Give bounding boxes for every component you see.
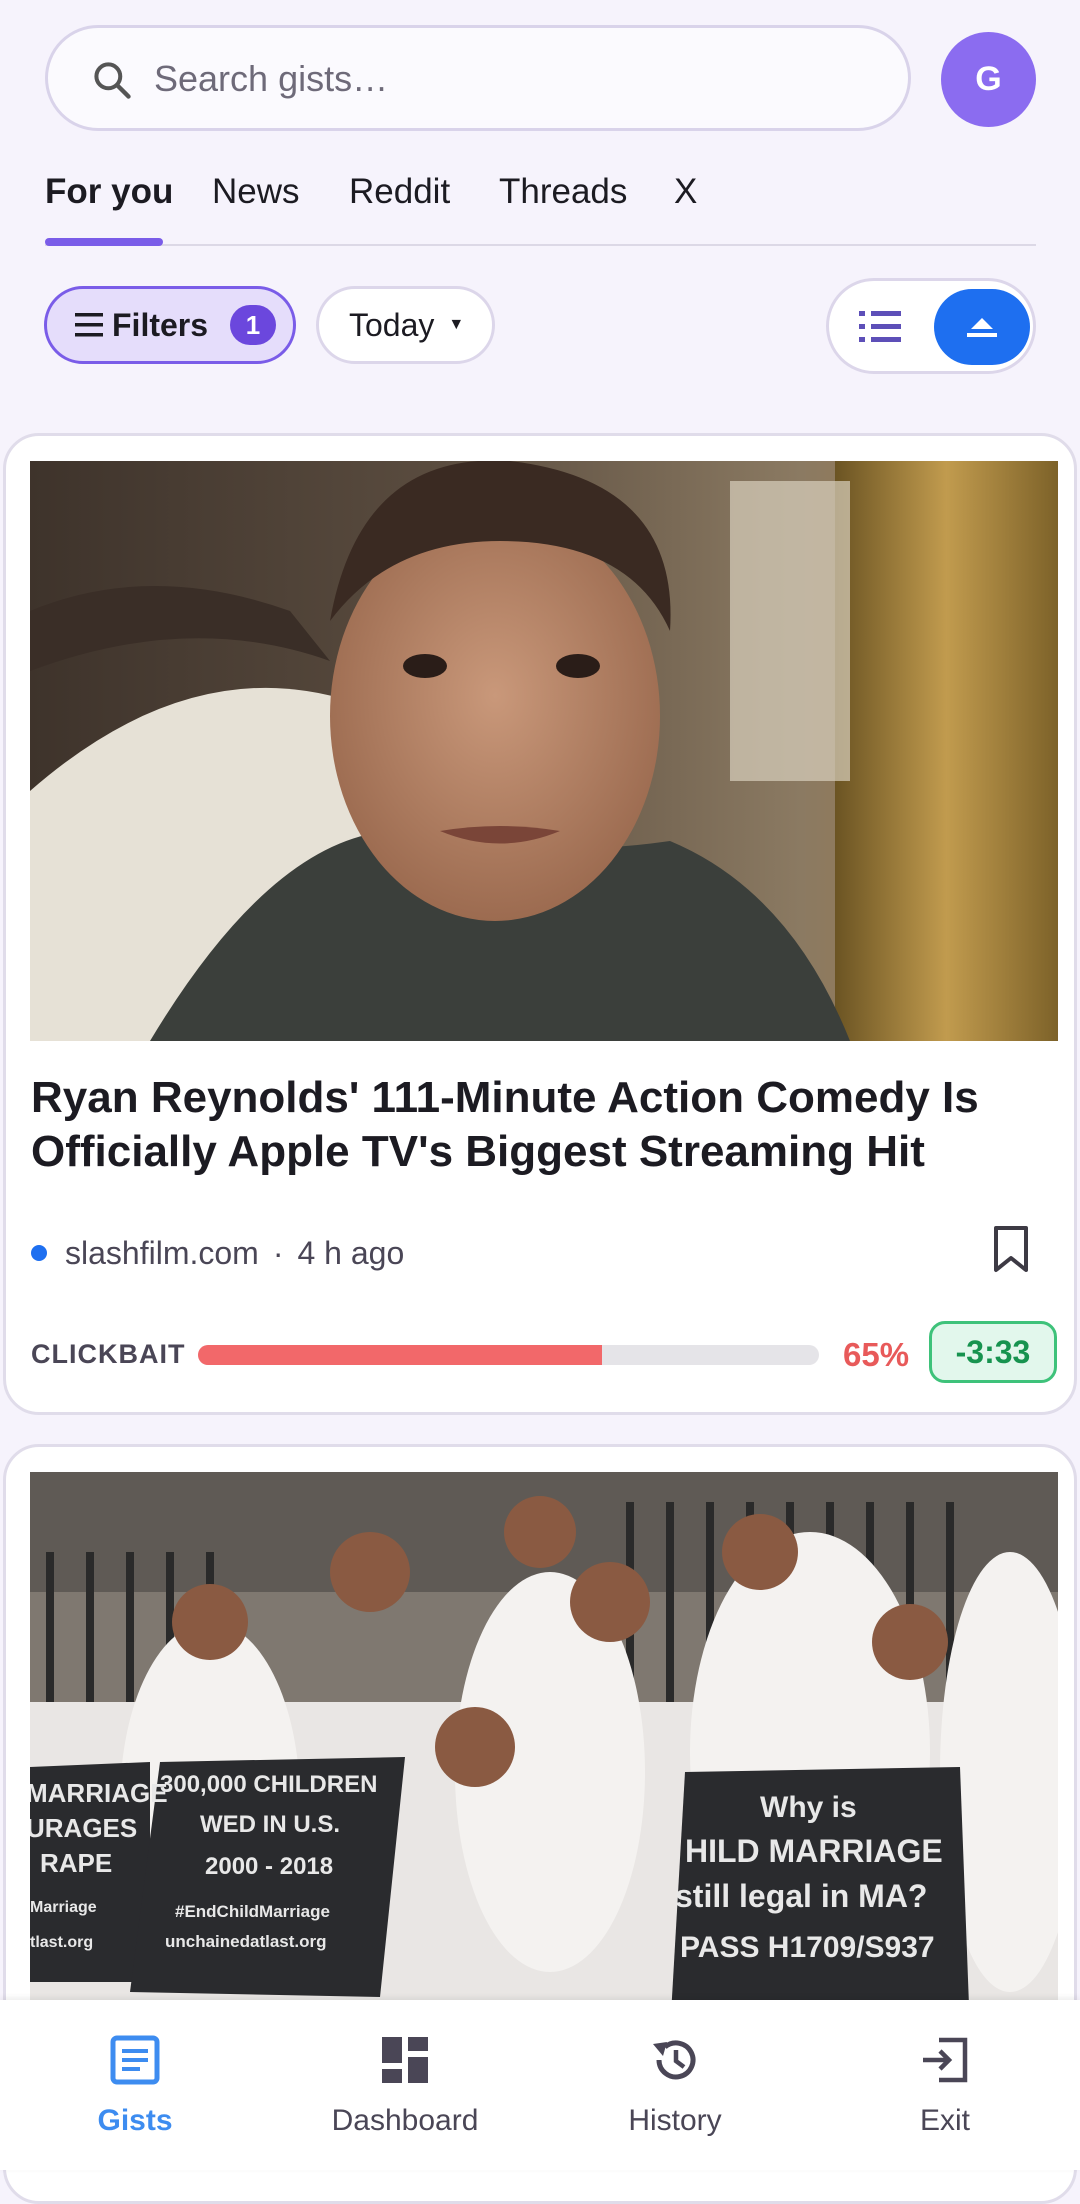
nav-dashboard[interactable]: Dashboard: [270, 2000, 540, 2170]
tab-reddit[interactable]: Reddit: [349, 172, 450, 212]
article-meta: slashfilm.com · 4 h ago: [31, 1228, 404, 1278]
svg-text:URAGES: URAGES: [30, 1813, 137, 1843]
svg-text:Why is: Why is: [760, 1791, 857, 1824]
nav-history[interactable]: History: [540, 2000, 810, 2170]
date-range-dropdown[interactable]: Today ▼: [316, 286, 495, 364]
tab-threads[interactable]: Threads: [499, 172, 627, 212]
svg-text:MARRIAGE: MARRIAGE: [30, 1778, 168, 1808]
avatar[interactable]: G: [941, 32, 1036, 127]
filter-count-badge: 1: [230, 305, 277, 345]
history-icon: [653, 2040, 696, 2080]
nav-label: Gists: [97, 2104, 173, 2137]
bookmark-icon[interactable]: [991, 1225, 1031, 1273]
date-range-value: Today: [349, 306, 435, 343]
list-view-icon[interactable]: [859, 307, 901, 347]
search-icon: [94, 62, 131, 99]
tab-x[interactable]: X: [674, 172, 697, 212]
view-toggle: [826, 278, 1036, 374]
meta-separator: ·: [272, 1234, 284, 1271]
svg-text:RAPE: RAPE: [40, 1848, 112, 1878]
svg-text:still legal in MA?: still legal in MA?: [675, 1878, 927, 1914]
filters-label: Filters: [112, 306, 209, 343]
tab-news[interactable]: News: [212, 172, 300, 212]
svg-text:2000 - 2018: 2000 - 2018: [205, 1853, 333, 1880]
filters-button[interactable]: Filters 1: [44, 286, 296, 364]
nav-gists[interactable]: Gists: [0, 2000, 270, 2170]
card-view-button[interactable]: [934, 289, 1030, 365]
nav-label: History: [628, 2104, 722, 2137]
svg-text:300,000 CHILDREN: 300,000 CHILDREN: [160, 1771, 377, 1798]
search-input[interactable]: [152, 48, 856, 110]
svg-text:Marriage: Marriage: [30, 1899, 97, 1916]
dashboard-icon: [382, 2037, 428, 2083]
svg-text:HILD MARRIAGE: HILD MARRIAGE: [685, 1833, 943, 1869]
source-tabs: For you News Reddit Threads X: [45, 160, 1036, 246]
card-view-icon: [967, 318, 997, 337]
svg-text:WED IN U.S.: WED IN U.S.: [200, 1811, 340, 1838]
article-card[interactable]: Ryan Reynolds' 111-Minute Action Comedy …: [3, 433, 1077, 1415]
bottom-navigation: Gists Dashboard History Exit: [0, 2000, 1080, 2170]
article-source[interactable]: slashfilm.com: [65, 1235, 259, 1272]
article-title[interactable]: Ryan Reynolds' 111-Minute Action Comedy …: [31, 1071, 1051, 1179]
source-dot-icon: [31, 1245, 47, 1261]
article-image[interactable]: MARRIAGE URAGES RAPE Marriage tlast.org …: [30, 1472, 1058, 2032]
nav-label: Exit: [919, 2104, 970, 2137]
nav-label: Dashboard: [331, 2104, 479, 2137]
svg-text:#EndChildMarriage: #EndChildMarriage: [175, 1902, 330, 1921]
article-icon: [110, 2035, 160, 2085]
svg-text:PASS H1709/S937: PASS H1709/S937: [680, 1931, 935, 1964]
menu-icon: [75, 313, 103, 337]
article-image[interactable]: [30, 461, 1058, 1041]
search-bar[interactable]: [45, 25, 911, 131]
clickbait-bar: [198, 1345, 819, 1365]
active-tab-indicator: [45, 238, 163, 246]
svg-text:tlast.org: tlast.org: [30, 1934, 93, 1951]
caret-down-icon: ▼: [448, 316, 465, 333]
clickbait-label: CLICKBAIT: [31, 1339, 186, 1369]
nav-exit[interactable]: Exit: [810, 2000, 1080, 2170]
svg-text:unchainedatlast.org: unchainedatlast.org: [165, 1932, 327, 1951]
tab-for-you[interactable]: For you: [45, 172, 173, 212]
exit-icon: [923, 2037, 968, 2083]
article-time: 4 h ago: [297, 1234, 405, 1271]
tabs-divider: [45, 244, 1036, 246]
clickbait-percent: 65%: [843, 1336, 910, 1373]
time-saved-badge: -3:33: [929, 1321, 1057, 1383]
clickbait-meter: CLICKBAIT 65% -3:33: [31, 1321, 1059, 1387]
clickbait-bar-fill: [198, 1345, 602, 1365]
